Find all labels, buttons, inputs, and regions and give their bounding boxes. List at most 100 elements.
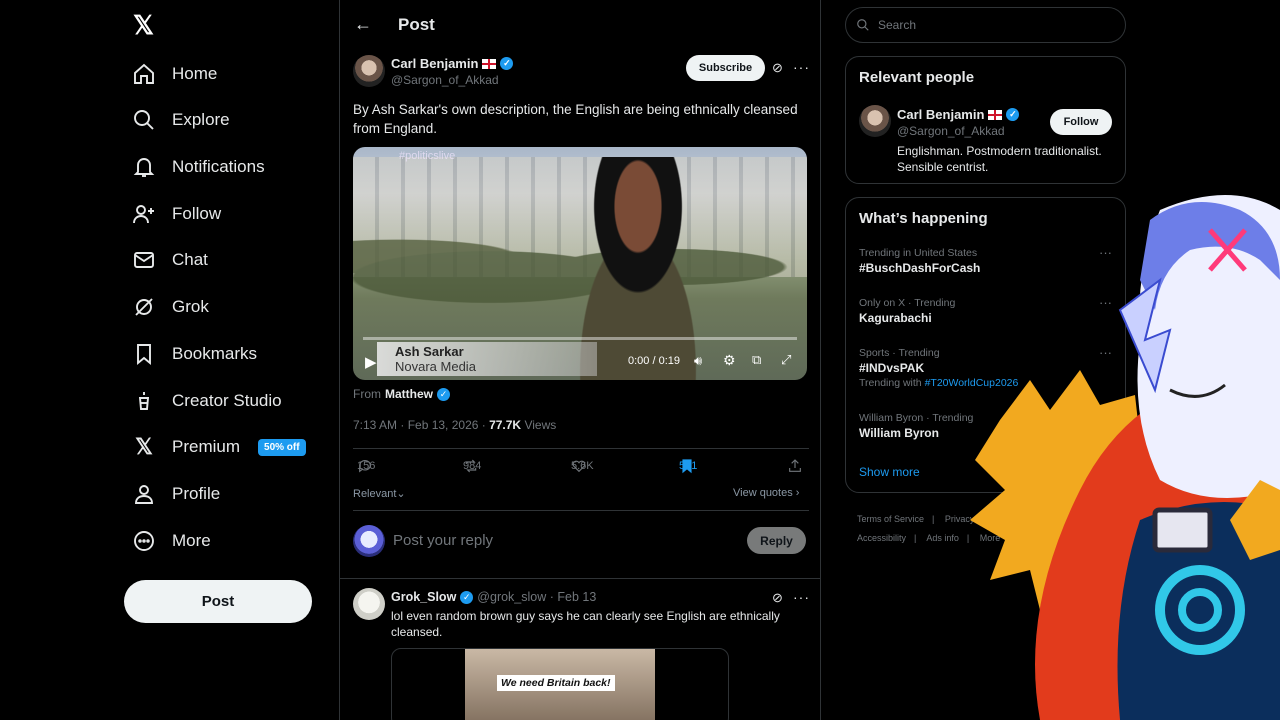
settings-gear-icon[interactable]: ⚙	[723, 352, 736, 369]
character-smile	[1169, 383, 1226, 398]
divider	[353, 510, 809, 511]
footer-privacy[interactable]: Privacy Policy	[945, 514, 1001, 524]
reply-author-name[interactable]: Grok_Slow	[391, 590, 456, 604]
nav-notifications-label: Notifications	[172, 157, 265, 176]
reply-button[interactable]: Reply	[747, 527, 806, 554]
share-action[interactable]	[787, 458, 803, 474]
trend-more-icon[interactable]: ···	[1099, 345, 1112, 360]
bookmark-icon	[137, 344, 151, 366]
nav-grok-label: Grok	[172, 297, 209, 316]
show-more-link[interactable]: Show more	[859, 465, 920, 479]
x-premium-icon: 𝕏	[135, 434, 153, 459]
verified-badge-icon: ✓	[500, 57, 514, 70]
reply-author-line: Grok_Slow ✓ @grok_slow · Feb 13	[391, 590, 596, 604]
england-flag-icon	[482, 58, 497, 69]
main-column: ← Post Carl Benjamin ✓ @Sargon_of_Akkad …	[339, 0, 821, 720]
trend-more-icon[interactable]: ···	[1099, 245, 1112, 260]
author-avatar[interactable]	[353, 55, 385, 87]
picture-in-picture-icon[interactable]: ⧉	[752, 352, 761, 368]
trend-with-tag[interactable]: #T20WorldCup2026	[925, 377, 1019, 389]
subscribe-button[interactable]: Subscribe	[686, 55, 765, 81]
footer-separator: |	[1008, 514, 1012, 524]
tweet-timestamp[interactable]: 7:13 AM · Feb 13, 2026 ·	[353, 418, 489, 432]
reply-input[interactable]: Post your reply	[393, 532, 493, 549]
view-quotes-link[interactable]: View quotes ›	[733, 487, 799, 499]
repost-action[interactable]: 984	[463, 458, 482, 474]
trend-item[interactable]: Sports · Trending #INDvsPAK Trending wit…	[859, 345, 1119, 389]
nav-explore[interactable]: Explore	[132, 100, 230, 140]
reply-handle-date[interactable]: @grok_slow · Feb 13	[477, 590, 596, 604]
nav-explore-label: Explore	[172, 110, 230, 129]
nav-more-label: More	[172, 531, 211, 550]
fur-collar-right	[1230, 480, 1280, 560]
reply-author-avatar[interactable]	[353, 588, 385, 620]
author-handle[interactable]: @Sargon_of_Akkad	[391, 73, 499, 87]
nav-premium[interactable]: 𝕏 Premium 50% off	[132, 427, 306, 467]
x-logo-icon[interactable]: 𝕏	[133, 12, 159, 38]
trend-context: Only on X · Trending	[859, 297, 956, 309]
video-source-line: From Matthew ✓	[353, 387, 450, 401]
footer-accessibility[interactable]: Accessibility	[857, 533, 906, 543]
author-name-row[interactable]: Carl Benjamin ✓	[391, 56, 514, 71]
nav-notifications[interactable]: Notifications	[132, 147, 265, 187]
nav-creator-studio[interactable]: Creator Studio	[132, 381, 282, 421]
like-count: 5.6K	[571, 460, 594, 472]
video-hashtag-overlay: #politicslive	[399, 150, 456, 162]
more-options-icon[interactable]: ···	[793, 589, 810, 605]
repost-count: 984	[463, 460, 482, 472]
reply-text: lol even random brown guy says he can cl…	[391, 609, 780, 639]
from-author[interactable]: Matthew	[385, 387, 433, 401]
trend-item[interactable]: Only on X · Trending Kagurabachi ···	[859, 295, 1119, 325]
whats-happening-title: What’s happening	[859, 210, 988, 227]
trend-more-icon[interactable]: ···	[1099, 295, 1112, 310]
like-action[interactable]: 5.6K	[571, 458, 594, 474]
search-input[interactable]: Search	[845, 7, 1126, 43]
nav-grok[interactable]: Grok	[132, 287, 209, 327]
footer-terms[interactable]: Terms of Service	[857, 514, 924, 524]
more-options-icon[interactable]: ···	[793, 59, 810, 75]
right-sidebar: Search Relevant people Carl Benjamin ✓ @…	[845, 0, 1127, 720]
nav-more[interactable]: More	[132, 521, 211, 561]
footer-cookie[interactable]: Co	[1022, 514, 1034, 524]
shirt	[1117, 502, 1280, 720]
views-count: 77.7K	[489, 418, 522, 432]
trend-item[interactable]: Trending in United States #BuschDashForC…	[859, 245, 1119, 275]
footer-more[interactable]: More	[980, 533, 1001, 543]
nav-follow[interactable]: Follow	[132, 194, 221, 234]
trend-name: Kagurabachi	[859, 311, 932, 325]
nav-bookmarks[interactable]: Bookmarks	[132, 334, 257, 374]
author-name: Carl Benjamin	[391, 56, 479, 71]
fullscreen-icon[interactable]: ⤢	[781, 352, 791, 368]
trend-context: William Byron · Trending	[859, 412, 974, 424]
follow-button[interactable]: Follow	[1050, 109, 1112, 135]
shirt-swirl	[1155, 565, 1245, 655]
video-player[interactable]: #politicslive Ash Sarkar Novara Media ▶ …	[353, 147, 807, 380]
nav-premium-label: Premium	[172, 437, 241, 456]
tweet-meta: 7:13 AM · Feb 13, 2026 · 77.7K Views	[353, 418, 556, 432]
person-name-row[interactable]: Carl Benjamin ✓	[897, 107, 1020, 122]
post-button[interactable]: Post	[124, 580, 312, 623]
nav-chat[interactable]: Chat	[132, 240, 208, 280]
reply-media[interactable]: We need Britain back!	[391, 648, 729, 720]
back-arrow-icon[interactable]: ←	[354, 14, 372, 35]
reply-action[interactable]: 156	[357, 458, 375, 474]
home-icon	[134, 63, 154, 84]
nav-home[interactable]: Home	[132, 54, 217, 94]
bookmark-action[interactable]: 551	[679, 458, 697, 474]
volume-icon[interactable]: 🔊︎	[694, 353, 702, 369]
person-avatar[interactable]	[859, 105, 891, 137]
reply-sort-dropdown[interactable]: Relevant⌄	[353, 487, 406, 500]
nav-profile[interactable]: Profile	[132, 474, 220, 514]
user-avatar[interactable]	[353, 525, 385, 557]
grok-explain-icon[interactable]: ⊘	[772, 590, 783, 606]
more-circle-icon	[134, 531, 154, 551]
grok-explain-icon[interactable]: ⊘	[772, 60, 783, 76]
trend-item[interactable]: William Byron · Trending William Byron	[859, 412, 1119, 440]
footer-ads[interactable]: Ads info	[926, 533, 959, 543]
play-icon[interactable]: ▶	[365, 353, 377, 371]
person-handle[interactable]: @Sargon_of_Akkad	[897, 124, 1005, 138]
relevant-people-card: Relevant people Carl Benjamin ✓ @Sargon_…	[845, 56, 1126, 184]
reply-composer: Post your reply Reply	[353, 525, 809, 559]
relevant-people-title: Relevant people	[859, 69, 975, 86]
video-progress-bar[interactable]	[363, 337, 797, 340]
